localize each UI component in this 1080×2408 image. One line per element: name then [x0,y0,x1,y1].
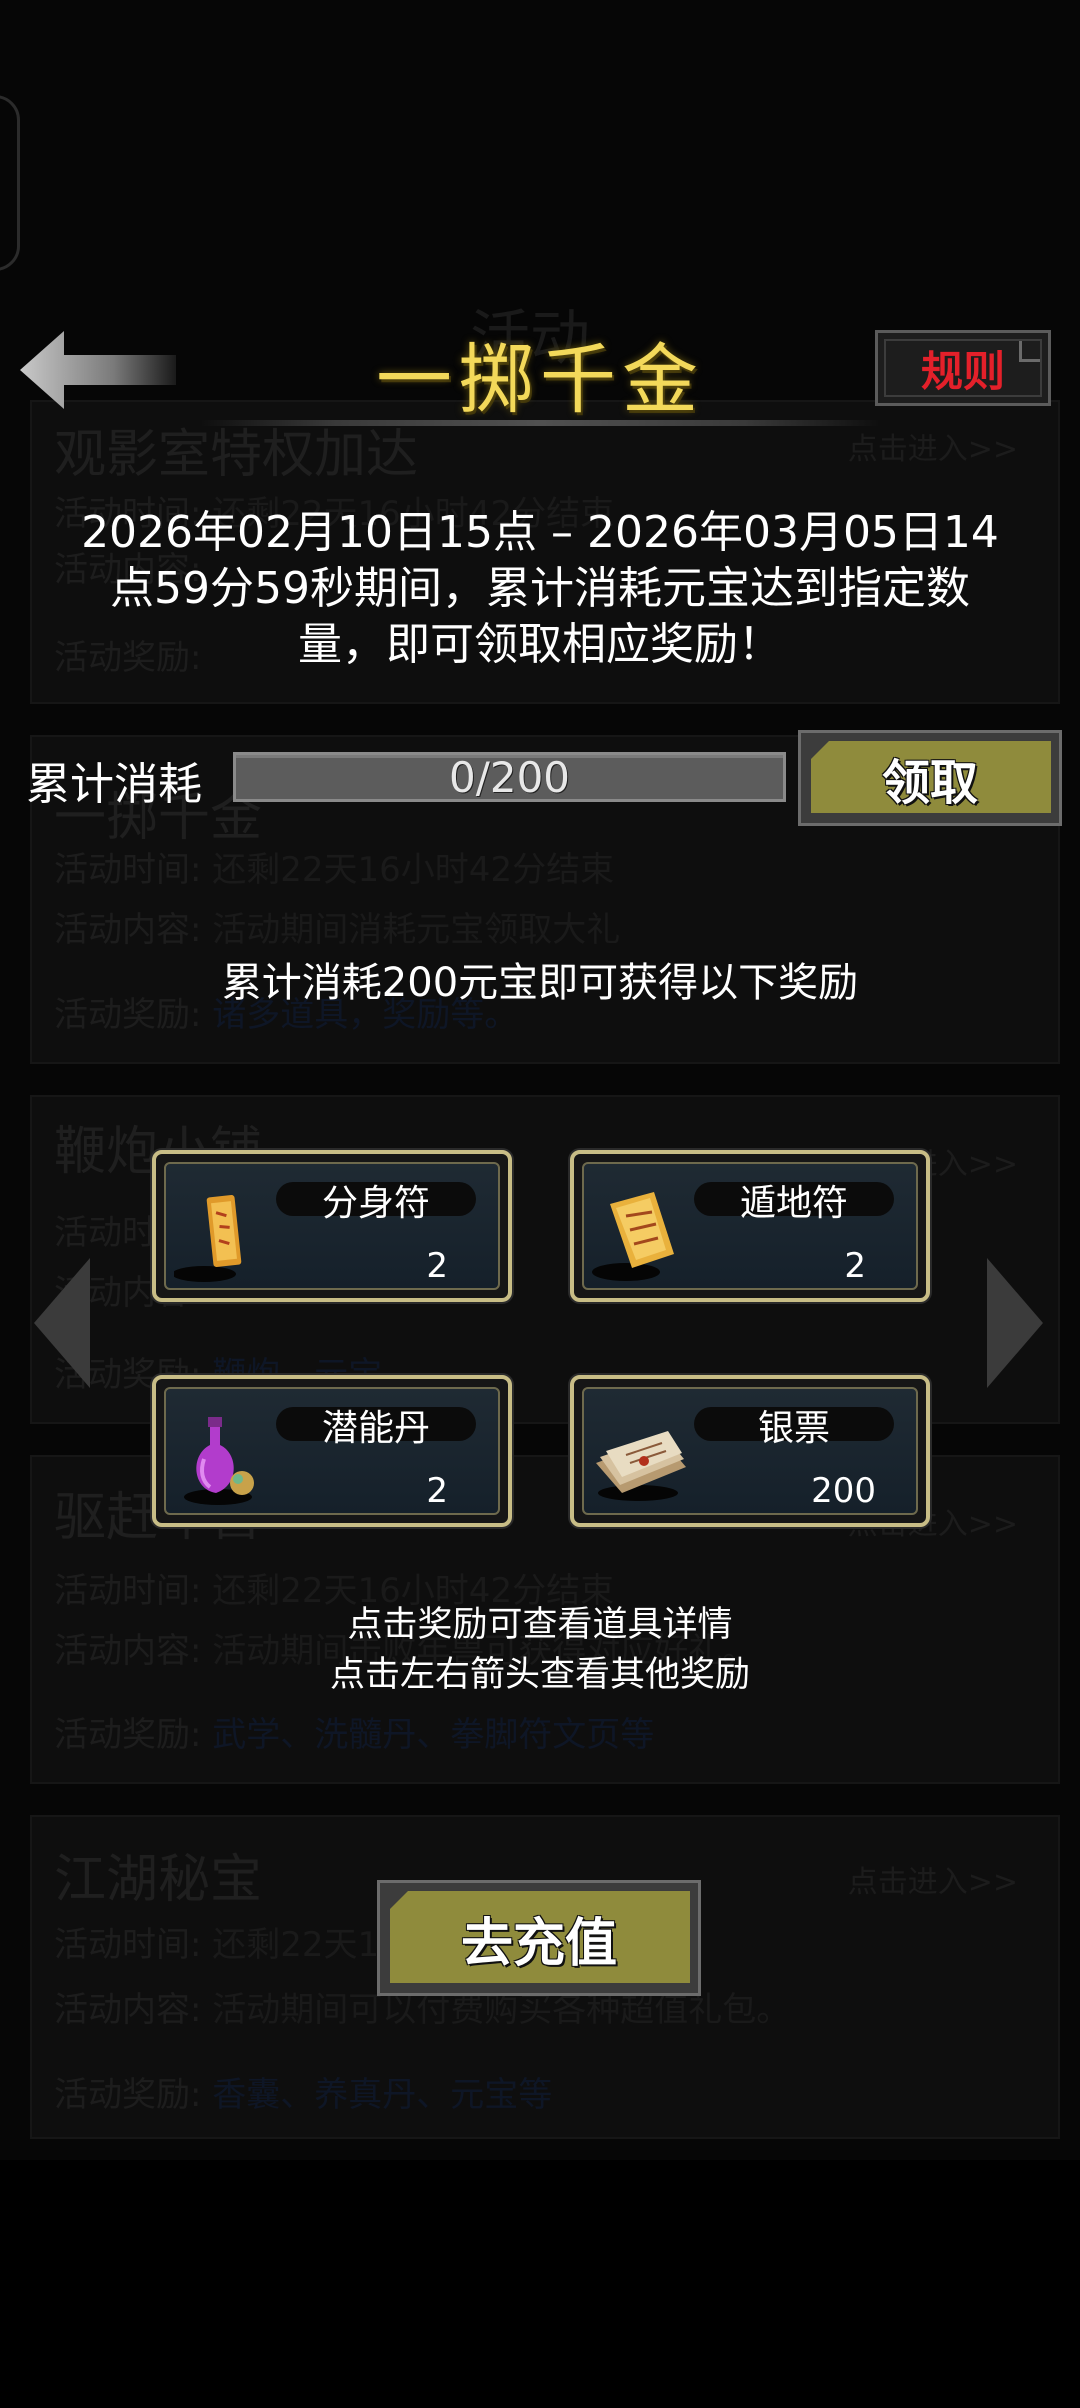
left-arrow-icon[interactable] [32,1258,92,1388]
bg-row-label: 活动内容: [54,910,202,950]
progress-text: 0/200 [448,752,571,802]
bg-row-value: 还剩22天16小时42分结束 [212,850,615,890]
rules-button[interactable]: 规则 [875,330,1051,406]
reward-hint: 累计消耗200元宝即可获得以下奖励 [221,960,859,1006]
bg-row-label: 活动时间: [54,1925,202,1965]
right-arrow-icon[interactable] [985,1258,1045,1388]
recharge-button-label: 去充值 [460,1913,617,1974]
reward-count: 2 [426,1471,448,1511]
bg-row: 活动时间: 还剩22天16小时42分结束 [54,842,614,891]
bg-row-label: 活动内容: [54,1990,202,2030]
tip-line: 点击左右箭头查看其他奖励 [329,1655,750,1695]
scroll-talisman-icon [592,1192,674,1281]
bg-enter-link: 点击进入>> [847,432,1018,467]
reward-name: 分身符 [321,1183,430,1224]
reward-name: 银票 [757,1408,830,1449]
title-divider [200,420,880,426]
bg-row-label: 活动奖励: [54,1715,202,1755]
event-description: 2026年02月10日15点 – 2026年03月05日14点59分59秒期间，… [81,507,999,670]
rules-button-label: 规则 [920,346,1005,396]
reward-card[interactable]: 银票 200 [570,1375,930,1527]
frame-decoration [0,95,20,271]
claim-button-label: 领取 [881,755,978,811]
bg-row-value: 武学、洗髓丹、拳脚符文页等 [212,1715,655,1755]
bg-row: 活动奖励: 香囊、养真丹、元宝等 [54,2067,552,2116]
bg-row-value: 活动期间消耗元宝领取大礼 [212,910,621,950]
bg-enter-link: 点击进入>> [847,1865,1018,1900]
reward-card[interactable]: 分身符 2 [152,1150,512,1302]
bg-row-value: 活动期间可以付费购买各种超值礼包。 [212,1990,791,2030]
bg-row-label: 活动时间: [54,850,202,890]
reward-name: 潜能丹 [321,1408,430,1449]
potion-bottle-icon [184,1417,254,1505]
bg-activity-title: 江湖秘宝 [54,1850,263,1910]
progress-bar: 0/200 [233,752,786,802]
reward-name: 遁地符 [739,1183,848,1224]
claim-button[interactable]: 领取 [798,730,1062,826]
bg-row-value: 香囊、养真丹、元宝等 [212,2075,553,2115]
tip-line: 点击奖励可查看道具详情 [347,1605,733,1645]
reward-card[interactable]: 潜能丹 2 [152,1375,512,1527]
talisman-icon [174,1195,242,1282]
bg-row-label: 活动奖励: [54,2075,202,2115]
reward-count: 200 [811,1471,876,1511]
reward-card[interactable]: 遁地符 2 [570,1150,930,1302]
reward-count: 2 [426,1246,448,1286]
bottom-strip [0,2160,1080,2408]
banknote-icon [596,1431,686,1501]
tips-text: 点击奖励可查看道具详情 点击左右箭头查看其他奖励 [0,1600,1080,1700]
reward-count: 2 [844,1246,866,1286]
progress-label: 累计消耗 [26,759,202,810]
bg-row: 活动内容: 活动期间消耗元宝领取大礼 [54,902,620,951]
bg-row: 活动奖励: 武学、洗髓丹、拳脚符文页等 [54,1707,654,1756]
recharge-button[interactable]: 去充值 [377,1880,701,1996]
